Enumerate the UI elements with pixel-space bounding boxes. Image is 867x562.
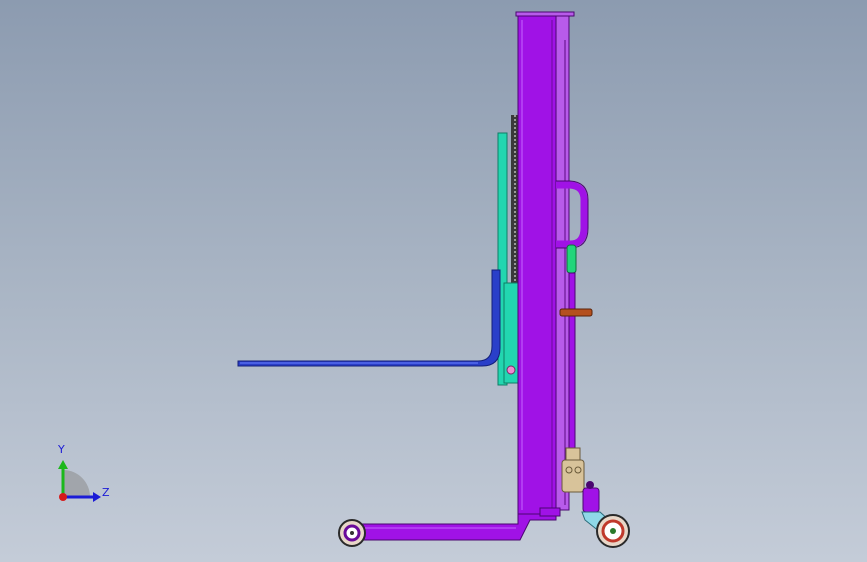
- mast-column[interactable]: [517, 13, 557, 515]
- caster-cap: [586, 481, 594, 489]
- model-view[interactable]: [0, 0, 867, 562]
- cad-viewport[interactable]: Y Z: [0, 0, 867, 562]
- z-axis-arrow: [93, 492, 101, 502]
- rear-wheel-hub: [610, 528, 616, 534]
- base-leg[interactable]: [349, 513, 557, 541]
- z-axis-label: Z: [102, 486, 110, 499]
- base-foot-plate: [539, 507, 561, 517]
- caster-housing: [582, 487, 600, 513]
- mast-top-cap: [515, 11, 575, 17]
- coordinate-triad-icon: [58, 460, 101, 502]
- fork-arm[interactable]: [237, 269, 501, 367]
- front-wheel-hub: [350, 531, 354, 535]
- pump-body: [561, 459, 585, 493]
- x-axis-dot: [59, 493, 67, 501]
- release-lever[interactable]: [559, 308, 593, 317]
- y-axis-arrow: [58, 460, 68, 469]
- y-axis-label: Y: [58, 443, 65, 456]
- pump-lever-grip[interactable]: [566, 244, 577, 274]
- triad-quadrant: [63, 470, 90, 497]
- carriage-roller: [506, 365, 516, 375]
- pump-lever-rod[interactable]: [568, 272, 576, 452]
